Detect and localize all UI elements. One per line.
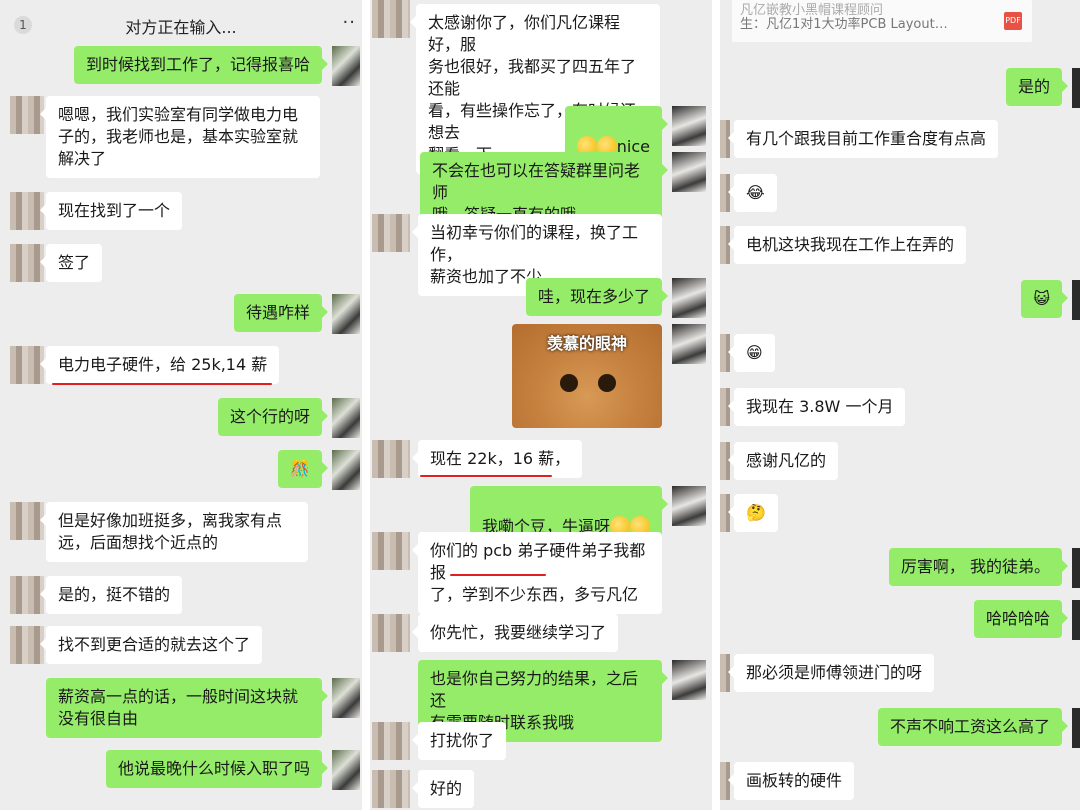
message-bubble-sent[interactable]: 哇，现在多少了 bbox=[525, 278, 669, 316]
avatar[interactable] bbox=[372, 614, 410, 652]
message-bubble-received[interactable]: 好的 bbox=[411, 770, 475, 808]
message-bubble-received[interactable]: 找不到更合适的就去这个了 bbox=[39, 626, 263, 664]
file-name-line1: 凡亿嵌教小黑帽课程顾问 bbox=[740, 3, 884, 16]
avatar[interactable] bbox=[372, 770, 410, 808]
message-bubble-received[interactable]: 有几个跟我目前工作重合度有点高 bbox=[727, 120, 999, 158]
avatar[interactable] bbox=[1072, 68, 1080, 108]
message-bubble-received[interactable]: 现在找到了一个 bbox=[39, 192, 183, 230]
message-bubble-sent[interactable]: 哈哈哈哈 bbox=[973, 600, 1069, 638]
message-bubble-received[interactable]: 感谢凡亿的 bbox=[727, 442, 839, 480]
avatar[interactable] bbox=[1072, 548, 1080, 588]
message-bubble-received[interactable]: 画板转的硬件 bbox=[727, 762, 855, 800]
avatar[interactable] bbox=[10, 576, 44, 614]
message-bubble-received[interactable]: 但是好像加班挺多，离我家有点 远，后面想找个近点的 bbox=[40, 502, 308, 562]
message-bubble-received[interactable]: 你们的 pcb 弟子硬件弟子我都报 了，学到不少东西，多亏凡亿 bbox=[412, 532, 662, 614]
avatar[interactable] bbox=[10, 192, 44, 230]
avatar[interactable] bbox=[1072, 708, 1080, 748]
avatar[interactable] bbox=[332, 46, 360, 86]
avatar[interactable] bbox=[332, 294, 360, 334]
message-bubble-received[interactable]: 电力电子硬件，给 25k,14 薪 bbox=[39, 346, 280, 384]
highlight-underline bbox=[450, 574, 546, 576]
avatar[interactable] bbox=[1072, 600, 1080, 640]
message-bubble-received[interactable]: 打扰你了 bbox=[411, 722, 507, 760]
message-bubble-sent[interactable]: 是的 bbox=[1005, 68, 1069, 106]
cat-sticker[interactable]: 羡慕的眼神 bbox=[512, 324, 662, 428]
chat-title: 对方正在输入... bbox=[125, 18, 237, 37]
message-bubble-received[interactable]: 你先忙，我要继续学习了 bbox=[411, 614, 619, 652]
avatar[interactable] bbox=[372, 0, 410, 38]
message-bubble-sent[interactable]: 他说最晚什么时候入职了吗 bbox=[105, 750, 329, 788]
message-bubble-received[interactable]: 现在 22k，16 薪， bbox=[411, 440, 583, 478]
highlight-underline bbox=[420, 475, 552, 477]
avatar[interactable] bbox=[672, 324, 706, 364]
cat-eye bbox=[598, 374, 616, 392]
message-bubble-sent[interactable]: 薪资高一点的话，一般时间这块就 没有很自由 bbox=[46, 678, 328, 738]
message-bubble-received[interactable]: 电机这块我现在工作上在弄的 bbox=[727, 226, 967, 264]
avatar[interactable] bbox=[372, 440, 410, 478]
chat-panel-3: 凡亿嵌教小黑帽课程顾问 生：凡亿1对1大功率PCB Layout… PDF 是的… bbox=[720, 0, 1080, 810]
file-name-line2: 生：凡亿1对1大功率PCB Layout… bbox=[740, 17, 948, 32]
message-bubble-sent[interactable]: 待遇咋样 bbox=[233, 294, 329, 332]
avatar[interactable] bbox=[672, 486, 706, 526]
avatar[interactable] bbox=[372, 722, 410, 760]
message-bubble-sent[interactable]: 到时候找到工作了，记得报喜哈 bbox=[73, 46, 329, 84]
more-icon[interactable]: ·· bbox=[343, 12, 356, 33]
sticker-caption: 羡慕的眼神 bbox=[546, 334, 627, 353]
avatar[interactable] bbox=[10, 346, 44, 384]
chat-panel-2: 太感谢你了，你们凡亿课程好，服 务也很好，我都买了四五年了还能 看，有些操作忘了… bbox=[370, 0, 712, 810]
avatar[interactable] bbox=[372, 214, 410, 252]
cat-eye bbox=[560, 374, 578, 392]
avatar[interactable] bbox=[672, 152, 706, 192]
message-bubble-received[interactable]: 嗯嗯，我们实验室有同学做电力电 子的，我老师也是，基本实验室就 解决了 bbox=[40, 96, 320, 178]
message-bubble-received[interactable]: 我现在 3.8W 一个月 bbox=[727, 388, 906, 426]
avatar[interactable] bbox=[10, 96, 44, 134]
avatar[interactable] bbox=[672, 660, 706, 700]
avatar[interactable] bbox=[10, 626, 44, 664]
message-bubble-received[interactable]: 是的，挺不错的 bbox=[39, 576, 183, 614]
message-bubble-sent[interactable]: 厉害啊， 我的徒弟。 bbox=[888, 548, 1069, 586]
avatar[interactable] bbox=[332, 750, 360, 790]
avatar[interactable] bbox=[332, 678, 360, 718]
avatar[interactable] bbox=[10, 502, 44, 540]
avatar[interactable] bbox=[672, 278, 706, 318]
avatar[interactable] bbox=[10, 244, 44, 282]
chat-panel-1: 1 对方正在输入... ·· 到时候找到工作了，记得报喜哈 嗯嗯，我们实验室有同… bbox=[0, 0, 362, 810]
message-bubble-sent[interactable]: 😺 bbox=[1021, 280, 1068, 318]
chat-header: 1 对方正在输入... ·· bbox=[0, 0, 362, 52]
message-bubble-sent[interactable]: 不声不响工资这么高了 bbox=[877, 708, 1069, 746]
avatar[interactable] bbox=[372, 532, 410, 570]
message-bubble-sent[interactable]: 这个行的呀 bbox=[217, 398, 329, 436]
avatar[interactable] bbox=[1072, 280, 1080, 320]
message-bubble-received[interactable]: 🤔 bbox=[728, 494, 778, 532]
file-message-card[interactable]: 凡亿嵌教小黑帽课程顾问 生：凡亿1对1大功率PCB Layout… PDF bbox=[732, 0, 1032, 42]
avatar[interactable] bbox=[672, 106, 706, 146]
message-bubble-received[interactable]: 签了 bbox=[39, 244, 103, 282]
pdf-icon: PDF bbox=[1004, 12, 1022, 30]
message-bubble-received[interactable]: 😂 bbox=[728, 174, 777, 212]
message-bubble-received[interactable]: 那必须是师傅领进门的呀 bbox=[727, 654, 935, 692]
avatar[interactable] bbox=[332, 398, 360, 438]
highlight-underline bbox=[52, 383, 272, 385]
message-bubble-received[interactable]: 😁 bbox=[728, 334, 775, 372]
avatar[interactable] bbox=[332, 450, 360, 490]
message-bubble-sent[interactable]: 🎊 bbox=[278, 450, 328, 488]
